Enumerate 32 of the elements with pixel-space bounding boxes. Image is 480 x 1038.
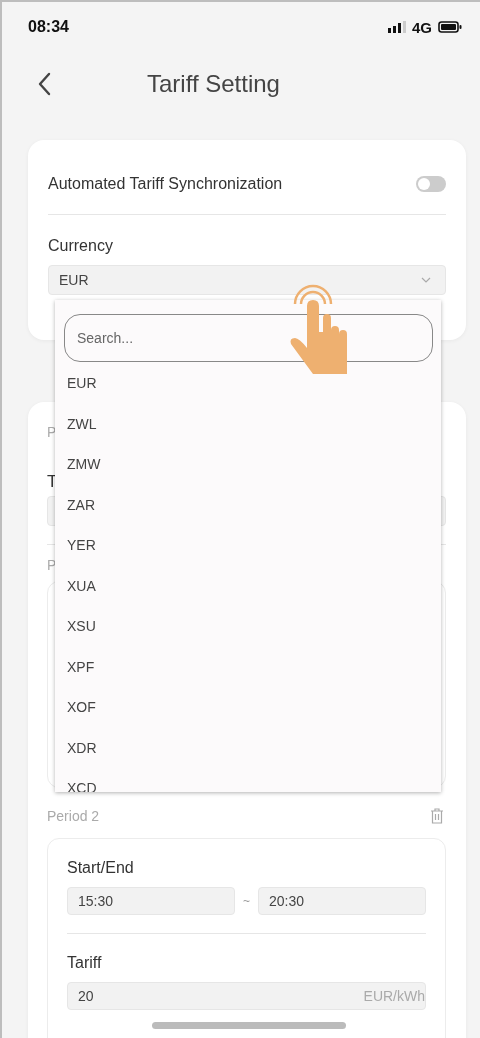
page-title: Tariff Setting	[147, 70, 280, 98]
trash-icon[interactable]	[430, 808, 444, 824]
currency-select[interactable]: EUR	[48, 265, 446, 295]
chevron-icon	[421, 277, 431, 283]
period-label: Period 2	[47, 808, 100, 824]
currency-option[interactable]: ZMW	[67, 444, 101, 485]
currency-option[interactable]: XUA	[67, 565, 96, 606]
network-label: 4G	[412, 18, 432, 36]
currency-option[interactable]: YER	[67, 525, 96, 566]
currency-option[interactable]: ZWL	[67, 403, 97, 444]
period-label: P	[47, 424, 57, 440]
currency-option[interactable]: ZAR	[67, 484, 95, 525]
battery-icon	[438, 21, 462, 33]
tariff-label: Tariff	[67, 954, 102, 972]
tariff-field[interactable]: 20 EUR/kWh	[67, 982, 426, 1010]
sync-toggle[interactable]	[416, 176, 446, 192]
start-end-label: Start/End	[67, 859, 134, 877]
signal-icon	[388, 21, 406, 33]
currency-option[interactable]: XPF	[67, 646, 95, 687]
currency-label: Currency	[48, 237, 113, 255]
sync-label: Automated Tariff Synchronization	[48, 175, 283, 193]
period-label: P	[47, 557, 57, 573]
status-time: 08:34	[28, 18, 69, 36]
currency-option[interactable]: XOF	[67, 687, 96, 728]
currency-option[interactable]: XSU	[67, 606, 96, 647]
range-separator: ~	[243, 894, 250, 908]
currency-option[interactable]: EUR	[67, 363, 97, 404]
start-time-field[interactable]: 15:30	[67, 887, 235, 915]
search-field[interactable]: Search...	[64, 314, 433, 362]
back-icon[interactable]	[37, 72, 51, 96]
end-time-field[interactable]: 20:30	[258, 887, 426, 915]
currency-option[interactable]: XDR	[67, 727, 97, 768]
